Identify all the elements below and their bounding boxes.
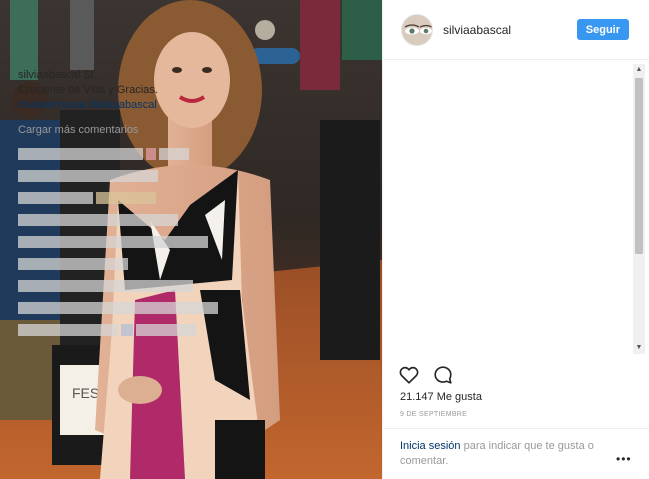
hashtag-link[interactable]: #xabiermurua xyxy=(18,99,85,111)
load-more-comments-link[interactable]: Cargar más comentarios xyxy=(18,123,250,138)
likes-count[interactable]: 21.147 Me gusta xyxy=(400,391,482,403)
caption: silviaabascal Sí.. Creciente de Vida y G… xyxy=(18,68,250,113)
scroll-thumb[interactable] xyxy=(635,78,643,254)
caption-username[interactable]: silviaabascal xyxy=(18,69,80,81)
blurred-comment xyxy=(18,192,250,204)
login-link[interactable]: Inicia sesión xyxy=(400,440,461,452)
divider xyxy=(382,428,649,429)
hashtag-link[interactable]: #silviaabascal xyxy=(88,99,156,111)
caption-hashtags: #xabiermurua #silviaabascal xyxy=(18,98,250,113)
scroll-down-icon[interactable]: ▼ xyxy=(633,342,645,354)
post-actions xyxy=(398,364,454,386)
post-username[interactable]: silviaabascal xyxy=(443,23,577,37)
blurred-comment xyxy=(18,214,250,226)
heart-icon[interactable] xyxy=(398,364,420,386)
blurred-comment xyxy=(18,236,250,248)
comments-list[interactable]: silviaabascal Sí.. Creciente de Vida y G… xyxy=(18,68,250,350)
caption-text-first: Sí.. xyxy=(83,69,100,81)
blurred-comment xyxy=(18,280,250,292)
login-prompt: Inicia sesión para indicar que te gusta … xyxy=(400,439,606,469)
post-header: silviaabascal Seguir xyxy=(383,0,649,60)
blurred-comment xyxy=(18,302,250,314)
blurred-comment xyxy=(18,148,250,160)
caption-text-second: Creciente de Vida y Gracias. xyxy=(18,84,158,96)
scroll-up-icon[interactable]: ▲ xyxy=(633,64,645,76)
blurred-comment xyxy=(18,170,250,182)
more-options-icon[interactable]: ••• xyxy=(616,452,632,466)
post-side-panel: silviaabascal Seguir xyxy=(382,0,649,479)
blurred-comment xyxy=(18,258,250,270)
comment-icon[interactable] xyxy=(432,364,454,386)
comments-scrollbar[interactable]: ▲ ▼ xyxy=(633,64,645,354)
blurred-comment xyxy=(18,324,250,336)
follow-button[interactable]: Seguir xyxy=(576,19,629,40)
post-date[interactable]: 9 DE SEPTIEMBRE xyxy=(400,411,467,418)
avatar[interactable] xyxy=(401,13,433,46)
svg-text:FES: FES xyxy=(72,385,99,401)
